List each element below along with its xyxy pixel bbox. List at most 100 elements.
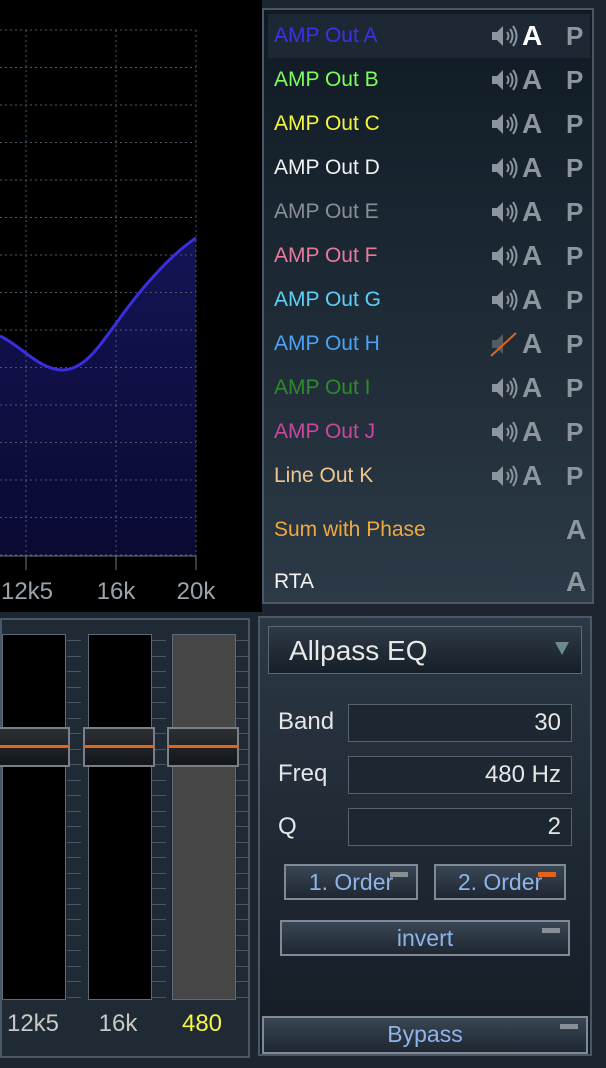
channel-row[interactable]: AMP Out G AP (268, 278, 590, 322)
channel-row[interactable]: Line Out K AP (268, 454, 590, 498)
channel-row[interactable]: AMP Out F AP (268, 234, 590, 278)
order1-button[interactable]: 1. Order (284, 864, 418, 900)
fader-tick (236, 826, 250, 827)
fader-tick (236, 857, 250, 858)
chevron-down-icon (555, 642, 569, 655)
speaker-icon[interactable] (490, 111, 518, 137)
channel-label: AMP Out D (274, 156, 380, 179)
fader-tick (152, 934, 166, 936)
fader-handle-12k5[interactable] (0, 727, 70, 767)
fader-tick (152, 779, 166, 781)
rta-label: RTA (274, 570, 315, 593)
a-toggle-button[interactable]: A (522, 102, 542, 146)
p-toggle-button[interactable]: P (566, 278, 583, 322)
speaker-icon[interactable] (490, 419, 518, 445)
channel-row[interactable]: AMP Out H AP (268, 322, 590, 366)
freq-field[interactable]: 480 Hz (348, 756, 572, 794)
p-toggle-button[interactable]: P (566, 190, 583, 234)
p-toggle-button[interactable]: P (566, 234, 583, 278)
speaker-icon[interactable] (490, 375, 518, 401)
speaker-icon[interactable] (490, 243, 518, 269)
p-toggle-button[interactable]: P (566, 14, 583, 58)
p-toggle-button[interactable]: P (566, 102, 583, 146)
a-toggle-button[interactable]: A (522, 14, 542, 58)
channel-label: AMP Out C (274, 112, 380, 135)
band-field[interactable]: 30 (348, 704, 572, 742)
fader-tick (67, 934, 81, 936)
fader-tick (236, 996, 250, 998)
fader-track-16k[interactable] (88, 634, 152, 1000)
q-field[interactable]: 2 (348, 808, 572, 846)
fader-tick (236, 888, 250, 889)
a-toggle-button[interactable]: A (566, 560, 586, 604)
a-toggle-button[interactable]: A (566, 508, 586, 552)
invert-label: invert (396, 925, 454, 951)
channel-label: AMP Out J (274, 420, 376, 443)
speaker-icon[interactable] (490, 199, 518, 225)
freq-label: Freq (278, 760, 328, 787)
channel-row[interactable]: AMP Out E AP (268, 190, 590, 234)
sum-with-phase-row[interactable]: Sum with Phase A (268, 508, 590, 552)
fader-tick (152, 841, 166, 843)
invert-indicator (542, 928, 560, 933)
fader-track-12k5[interactable] (2, 634, 66, 1000)
fader-tick (236, 903, 250, 905)
fader-tick (152, 950, 166, 951)
fader-tick (67, 655, 81, 657)
speaker-muted-icon[interactable] (490, 331, 518, 357)
a-toggle-button[interactable]: A (522, 322, 542, 366)
fader-tick (67, 810, 81, 812)
channel-row[interactable]: AMP Out B AP (268, 58, 590, 102)
p-toggle-button[interactable]: P (566, 58, 583, 102)
eq-type-select[interactable]: Allpass EQ (268, 626, 582, 674)
fader-handle-480[interactable] (167, 727, 239, 767)
fader-tick (67, 640, 81, 641)
fader-track-480[interactable] (172, 634, 236, 1000)
a-toggle-button[interactable]: A (522, 58, 542, 102)
band-label: Band (278, 708, 335, 735)
fader-tick (67, 996, 81, 998)
channel-row[interactable]: AMP Out D AP (268, 146, 590, 190)
a-toggle-button[interactable]: A (522, 278, 542, 322)
speaker-icon[interactable] (490, 287, 518, 313)
a-toggle-button[interactable]: A (522, 234, 542, 278)
fader-scale (152, 634, 166, 1004)
fader-tick (67, 841, 81, 843)
fader-handle-16k[interactable] (83, 727, 155, 767)
fader-label: 480 (181, 1010, 223, 1037)
eq-type-value: Allpass EQ (289, 635, 428, 666)
fader-tick (67, 686, 81, 688)
a-toggle-button[interactable]: A (522, 146, 542, 190)
a-toggle-button[interactable]: A (522, 190, 542, 234)
bypass-button[interactable]: Bypass (262, 1016, 588, 1054)
order1-indicator (390, 872, 408, 877)
speaker-icon[interactable] (490, 463, 518, 489)
p-toggle-button[interactable]: P (566, 410, 583, 454)
order2-button[interactable]: 2. Order (434, 864, 566, 900)
order2-indicator (538, 872, 556, 877)
channel-row[interactable]: AMP Out C AP (268, 102, 590, 146)
eq-response-graph[interactable]: 12k5 16k 20k (0, 0, 262, 612)
channel-row[interactable]: AMP Out J AP (268, 410, 590, 454)
speaker-icon[interactable] (490, 23, 518, 49)
channel-label: AMP Out A (274, 24, 378, 47)
channel-label: AMP Out I (274, 376, 371, 399)
channel-label: AMP Out B (274, 68, 379, 91)
fader-tick (236, 841, 250, 843)
a-toggle-button[interactable]: A (522, 454, 542, 498)
a-toggle-button[interactable]: A (522, 366, 542, 410)
a-toggle-button[interactable]: A (522, 410, 542, 454)
rta-row[interactable]: RTA A (268, 560, 590, 604)
channel-list: AMP Out A A P AMP Out B A P AMP Out C A P AMP Out… (262, 8, 594, 604)
channel-row[interactable]: AMP Out A AP (268, 14, 590, 58)
bypass-label: Bypass (387, 1021, 463, 1047)
speaker-icon[interactable] (490, 155, 518, 181)
p-toggle-button[interactable]: P (566, 146, 583, 190)
fader-tick (236, 655, 250, 657)
invert-button[interactable]: invert (280, 920, 570, 956)
p-toggle-button[interactable]: P (566, 454, 583, 498)
p-toggle-button[interactable]: P (566, 366, 583, 410)
p-toggle-button[interactable]: P (566, 322, 583, 366)
speaker-icon[interactable] (490, 67, 518, 93)
channel-row[interactable]: AMP Out I AP (268, 366, 590, 410)
